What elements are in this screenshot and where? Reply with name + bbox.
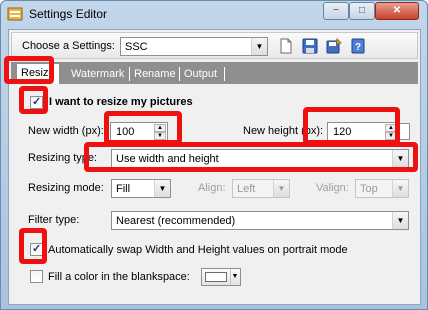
align-select[interactable]: Left ▼ bbox=[232, 179, 290, 198]
title-bar[interactable]: Settings Editor − □ ✕ bbox=[1, 1, 427, 27]
resize-panel: I want to resize my pictures New width (… bbox=[11, 84, 418, 302]
minimize-button[interactable]: − bbox=[323, 2, 349, 20]
color-swatch bbox=[205, 272, 227, 282]
resizing-mode-select[interactable]: Fill ▼ bbox=[111, 179, 171, 198]
new-height-spinner[interactable]: 120 ▲ ▼ bbox=[327, 122, 399, 142]
chevron-down-icon: ▼ bbox=[392, 212, 408, 229]
settings-toolbar: Choose a Settings: SSC ▼ ? bbox=[11, 32, 418, 59]
valign-select[interactable]: Top ▼ bbox=[355, 179, 409, 198]
tab-resize[interactable]: Resize bbox=[16, 63, 60, 84]
client-area: Choose a Settings: SSC ▼ ? Resize Waterm… bbox=[8, 29, 421, 305]
help-icon[interactable]: ? bbox=[350, 38, 366, 54]
fill-color-label: Fill a color in the blankspace: bbox=[48, 271, 190, 283]
new-document-icon[interactable] bbox=[278, 38, 294, 54]
filter-type-select[interactable]: Nearest (recommended) ▼ bbox=[111, 211, 409, 230]
resizing-type-label: Resizing type: bbox=[28, 152, 98, 164]
chevron-down-icon: ▼ bbox=[392, 180, 408, 197]
app-icon bbox=[7, 7, 23, 21]
resize-enable-label: I want to resize my pictures bbox=[49, 96, 193, 108]
resize-enable-checkbox[interactable] bbox=[30, 95, 43, 109]
valign-label: Valign: bbox=[316, 182, 349, 194]
close-button[interactable]: ✕ bbox=[375, 2, 419, 20]
fill-color-picker[interactable]: ▼ bbox=[201, 268, 241, 286]
tab-watermark[interactable]: Watermark bbox=[67, 65, 128, 84]
new-width-value: 100 bbox=[116, 126, 135, 138]
valign-value: Top bbox=[360, 183, 378, 195]
maximize-button[interactable]: □ bbox=[349, 2, 375, 20]
spin-up-icon[interactable]: ▲ bbox=[385, 124, 397, 132]
svg-text:?: ? bbox=[355, 42, 361, 53]
new-height-value: 120 bbox=[333, 126, 352, 138]
chevron-down-icon: ▼ bbox=[230, 269, 239, 285]
window-title: Settings Editor bbox=[29, 7, 108, 21]
settings-select-value: SSC bbox=[125, 41, 148, 53]
tab-rename[interactable]: Rename bbox=[130, 65, 180, 84]
resizing-mode-value: Fill bbox=[116, 183, 131, 195]
swap-dimensions-label: Automatically swap Width and Height valu… bbox=[48, 244, 348, 256]
new-width-spinner[interactable]: 100 ▲ ▼ bbox=[110, 122, 168, 142]
spin-down-icon[interactable]: ▼ bbox=[154, 132, 166, 140]
swap-dimensions-checkbox[interactable] bbox=[30, 242, 43, 256]
resizing-mode-label: Resizing mode: bbox=[28, 182, 104, 194]
save-as-icon[interactable] bbox=[326, 38, 342, 54]
align-label: Align: bbox=[198, 182, 226, 194]
filter-type-label: Filter type: bbox=[28, 214, 80, 226]
fill-color-checkbox[interactable] bbox=[30, 270, 43, 283]
tab-separator bbox=[224, 67, 225, 81]
save-icon[interactable] bbox=[302, 38, 318, 54]
chevron-down-icon: ▼ bbox=[273, 180, 289, 197]
filter-type-value: Nearest (recommended) bbox=[116, 215, 236, 227]
chevron-down-icon: ▼ bbox=[392, 150, 408, 167]
new-height-label: New height (px): bbox=[243, 125, 324, 137]
new-width-label: New width (px): bbox=[28, 125, 104, 137]
choose-settings-label: Choose a Settings: bbox=[22, 40, 115, 52]
spin-up-icon[interactable]: ▲ bbox=[154, 124, 166, 132]
settings-select[interactable]: SSC ▼ bbox=[120, 37, 268, 56]
chevron-down-icon: ▼ bbox=[154, 180, 170, 197]
resizing-type-select[interactable]: Use width and height ▼ bbox=[111, 149, 409, 168]
chevron-down-icon: ▼ bbox=[251, 38, 267, 55]
resizing-type-value: Use width and height bbox=[116, 153, 219, 165]
spin-down-icon[interactable]: ▼ bbox=[385, 132, 397, 140]
align-value: Left bbox=[237, 183, 256, 195]
tab-output[interactable]: Output bbox=[180, 65, 221, 84]
tab-strip: Resize Watermark Rename Output bbox=[11, 62, 418, 84]
settings-editor-window: Settings Editor − □ ✕ Choose a Settings:… bbox=[0, 0, 428, 310]
height-spinner-arrow[interactable] bbox=[399, 123, 410, 140]
